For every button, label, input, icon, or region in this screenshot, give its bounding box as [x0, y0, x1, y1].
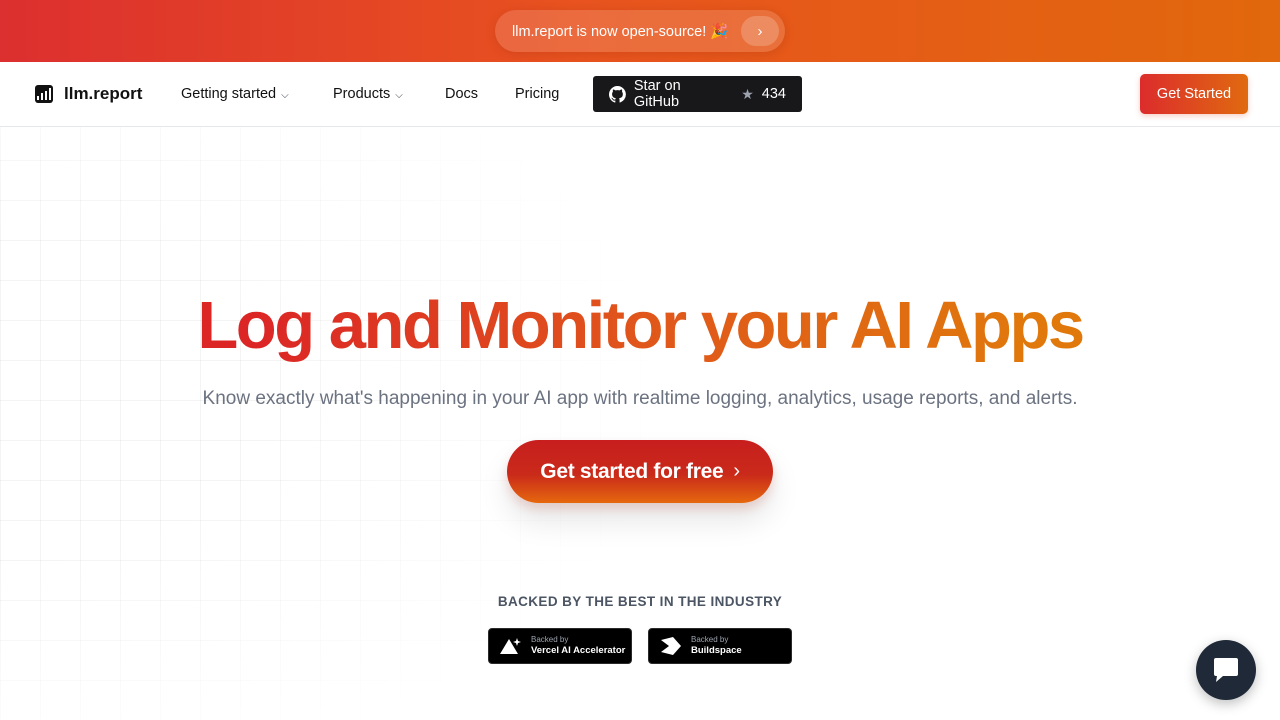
nav-getting-started-label: Getting started	[181, 86, 277, 102]
buildspace-logo-icon	[661, 637, 681, 655]
github-icon	[609, 85, 626, 103]
bar-chart-icon	[35, 85, 53, 103]
star-icon: ★	[741, 85, 754, 102]
cta-label: Get started for free	[540, 459, 724, 483]
get-started-free-button[interactable]: Get started for free ›	[507, 440, 773, 503]
vercel-badge-caption: Backed by	[531, 635, 569, 644]
vercel-triangle-icon	[500, 638, 521, 654]
buildspace-badge-caption: Backed by	[691, 635, 729, 644]
star-on-github-button[interactable]: Star on GitHub ★ 434	[593, 76, 802, 112]
vercel-badge[interactable]: Backed by Vercel AI Accelerator	[488, 628, 632, 664]
nav-docs[interactable]: Docs	[445, 86, 478, 102]
chat-bubble-icon	[1214, 658, 1238, 682]
buildspace-badge-name: Buildspace	[691, 645, 742, 656]
nav-pricing-label: Pricing	[515, 86, 560, 102]
announcement-pill[interactable]: llm.report is now open-source! 🎉 ›	[495, 10, 785, 52]
nav-getting-started[interactable]: Getting started ⌵	[181, 86, 289, 102]
chevron-down-icon: ⌵	[281, 89, 289, 101]
grid-background	[0, 127, 1280, 720]
nav-products[interactable]: Products ⌵	[333, 86, 403, 102]
logo-text: llm.report	[64, 84, 143, 103]
hero-title: Log and Monitor your AI Apps	[0, 288, 1280, 364]
top-nav: llm.report Getting started ⌵ Products ⌵ …	[0, 62, 1280, 127]
announcement-text: llm.report is now open-source! 🎉	[512, 23, 729, 40]
chat-widget-button[interactable]	[1196, 640, 1256, 700]
chevron-right-icon[interactable]: ›	[741, 16, 779, 46]
get-started-button[interactable]: Get Started	[1140, 74, 1248, 114]
logo-link[interactable]: llm.report	[35, 84, 142, 104]
vercel-badge-name: Vercel AI Accelerator	[531, 645, 626, 656]
chevron-down-icon: ⌵	[395, 89, 403, 101]
nav-pricing[interactable]: Pricing	[515, 86, 559, 102]
buildspace-badge[interactable]: Backed by Buildspace	[648, 628, 792, 664]
github-star-count: 434	[761, 86, 786, 102]
chevron-right-icon: ›	[733, 460, 740, 482]
backed-by-heading: BACKED BY THE BEST IN THE INDUSTRY	[497, 594, 783, 609]
nav-products-label: Products	[333, 86, 391, 102]
nav-docs-label: Docs	[445, 86, 479, 102]
github-button-label: Star on GitHub	[633, 78, 681, 110]
announcement-banner: llm.report is now open-source! 🎉 ›	[0, 0, 1280, 62]
hero-subtitle: Know exactly what's happening in your AI…	[202, 388, 1078, 409]
